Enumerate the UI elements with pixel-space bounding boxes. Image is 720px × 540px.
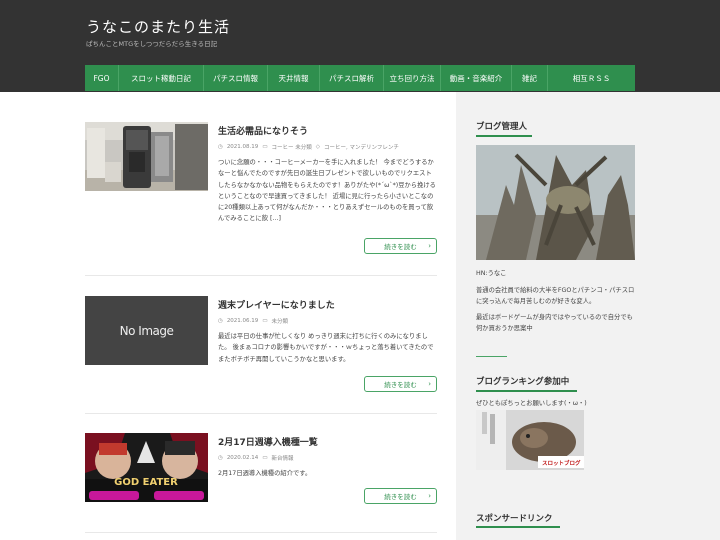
admin-name: HN:うなこ <box>476 270 507 277</box>
article-categories[interactable]: 未分類 <box>272 317 289 325</box>
read-more-button[interactable]: 続きを読む › <box>364 238 437 254</box>
article-title[interactable]: 生活必需品になりそう <box>218 124 308 137</box>
chevron-right-icon: › <box>428 492 431 500</box>
read-more-button[interactable]: 続きを読む › <box>364 376 437 392</box>
article-card: GOD EATER 2月17日週導入機種一覧 ◷ 2020.02.14 ▭ 新台… <box>85 433 437 523</box>
nav-item-tenjo-info[interactable]: 天井情報 <box>268 65 320 91</box>
read-more-label: 続きを読む <box>384 493 417 501</box>
read-more-button[interactable]: 続きを読む › <box>364 488 437 504</box>
widget-title-admin: ブログ管理人 <box>476 122 528 132</box>
article-categories[interactable]: コーヒー 未分類 <box>272 143 312 151</box>
article-date: 2021.08.19 <box>226 144 259 150</box>
article-thumbnail[interactable]: No Image <box>85 296 208 365</box>
site-subtitle: ぱちんことMTGをしつつだらだら生きる日記 <box>86 40 218 48</box>
read-more-label: 続きを読む <box>384 381 417 389</box>
article-meta: ◷ 2020.02.14 ▭ 新台情報 <box>218 454 294 462</box>
divider <box>85 413 437 414</box>
clock-icon: ◷ <box>218 144 223 150</box>
widget-divider <box>476 356 507 357</box>
article-title[interactable]: 週末プレイヤーになりました <box>218 298 335 311</box>
widget-title-ranking: ブログランキング参加中 <box>476 377 570 387</box>
ranking-badge: スロットブログ <box>542 461 581 467</box>
article-excerpt: 2月17日週導入機種の紹介です。 <box>218 470 312 477</box>
no-image-placeholder: No Image <box>85 296 208 365</box>
nav-item-pachislo-info[interactable]: パチスロ情報 <box>204 65 268 91</box>
divider <box>85 275 437 276</box>
widget-title-sponsor: スポンサードリンク <box>476 514 553 524</box>
tag-icon: ◇ <box>315 144 320 150</box>
admin-avatar-image[interactable] <box>476 145 635 260</box>
article-title[interactable]: 2月17日週導入機種一覧 <box>218 435 318 448</box>
site-title[interactable]: うなこのまたり生活 <box>86 16 230 37</box>
chevron-right-icon: › <box>428 380 431 388</box>
article-card: No Image 週末プレイヤーになりました ◷ 2021.06.19 ▭ 未分… <box>85 296 437 396</box>
article-date: 2020.02.14 <box>226 455 259 461</box>
nav-item-strategy[interactable]: 立ち回り方法 <box>384 65 441 91</box>
article-meta: ◷ 2021.08.19 ▭ コーヒー 未分類 ◇ コーヒー, マンデリンフレン… <box>218 143 399 151</box>
global-nav: FGO スロット稼動日記 パチスロ情報 天井情報 パチスロ解析 立ち回り方法 動… <box>85 65 635 91</box>
nav-item-pachislo-analysis[interactable]: パチスロ解析 <box>320 65 384 91</box>
ranking-banner[interactable]: スロットブログ <box>476 410 584 470</box>
article-meta: ◷ 2021.06.19 ▭ 未分類 <box>218 317 288 325</box>
nav-item-slot-diary[interactable]: スロット稼動日記 <box>119 65 204 91</box>
admin-description-2: 最近はボードゲームが身内ではやっているので自分でも何か買おうか思案中 <box>476 314 633 332</box>
widget-title-underline <box>476 135 532 137</box>
clock-icon: ◷ <box>218 455 223 461</box>
article-thumbnail[interactable]: GOD EATER <box>85 433 208 502</box>
widget-title-underline <box>476 526 560 528</box>
folder-icon: ▭ <box>262 318 268 324</box>
admin-description: 普通の会社員で給料の大半をFGOとパチンコ・パチスロに突っ込んで毎月苦しむのが好… <box>476 287 635 305</box>
article-excerpt: 最近は平日の仕事が忙しくなり めっきり週末に打ちに行くのみになりました。 後まぁ… <box>218 333 434 363</box>
article-date: 2021.06.19 <box>226 318 259 324</box>
site-header: うなこのまたり生活 ぱちんことMTGをしつつだらだら生きる日記 FGO スロット… <box>0 0 720 92</box>
ranking-description: ぜひともぽちっとお願いします(・ω・) <box>476 400 587 407</box>
nav-item-misc[interactable]: 雑記 <box>512 65 548 91</box>
nav-item-mutual-rss[interactable]: 相互ＲＳＳ <box>548 65 635 91</box>
article-thumbnail[interactable] <box>85 122 208 191</box>
nav-item-video-music[interactable]: 動画・音楽紹介 <box>441 65 512 91</box>
article-card: 生活必需品になりそう ◷ 2021.08.19 ▭ コーヒー 未分類 ◇ コーヒ… <box>85 122 437 272</box>
divider <box>85 532 437 533</box>
article-categories[interactable]: 新台情報 <box>272 454 294 462</box>
chevron-right-icon: › <box>428 242 431 250</box>
widget-title-underline <box>476 390 577 392</box>
folder-icon: ▭ <box>262 455 268 461</box>
article-excerpt: ついに念願の・・・コーヒーメーカーを手に入れました！ 今までどうするかなーと悩ん… <box>218 159 436 223</box>
folder-icon: ▭ <box>262 144 268 150</box>
thumbnail-logo-text: GOD EATER <box>114 477 178 488</box>
nav-item-fgo[interactable]: FGO <box>85 65 119 91</box>
article-tags[interactable]: コーヒー, マンデリンフレンチ <box>324 143 399 151</box>
clock-icon: ◷ <box>218 318 223 324</box>
read-more-label: 続きを読む <box>384 243 417 251</box>
